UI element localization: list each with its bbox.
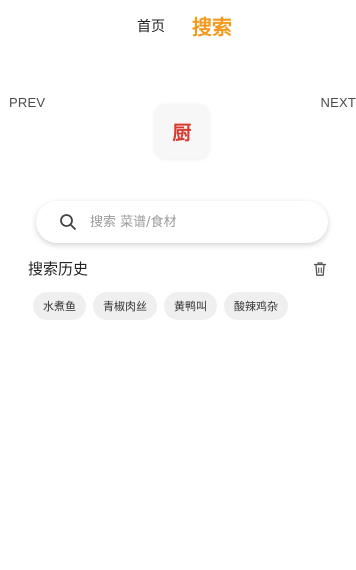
prev-button[interactable]: PREV [9,95,45,110]
history-chip[interactable]: 水煮鱼 [33,292,86,320]
app-logo: 厨 [155,104,209,158]
next-button[interactable]: NEXT [321,95,356,110]
history-chip[interactable]: 青椒肉丝 [93,292,157,320]
trash-icon[interactable] [312,261,328,277]
search-bar[interactable] [36,201,328,243]
kitchen-logo-icon: 厨 [172,121,192,144]
tab-search[interactable]: 搜索 [192,11,232,40]
history-chip[interactable]: 黄鸭叫 [164,292,217,320]
history-chip[interactable]: 酸辣鸡杂 [224,292,288,320]
search-input[interactable] [88,213,312,231]
tab-home[interactable]: 首页 [137,16,165,36]
search-history-title: 搜索历史 [28,260,89,278]
search-icon[interactable] [59,213,77,231]
search-page: 首页 搜索 PREV NEXT 厨 搜索历史 水煮鱼 青椒肉丝 黄鸭叫 酸辣鸡杂 [0,0,356,570]
history-chips: 水煮鱼 青椒肉丝 黄鸭叫 酸辣鸡杂 [33,292,295,320]
top-tabs: 首页 搜索 [0,8,356,42]
